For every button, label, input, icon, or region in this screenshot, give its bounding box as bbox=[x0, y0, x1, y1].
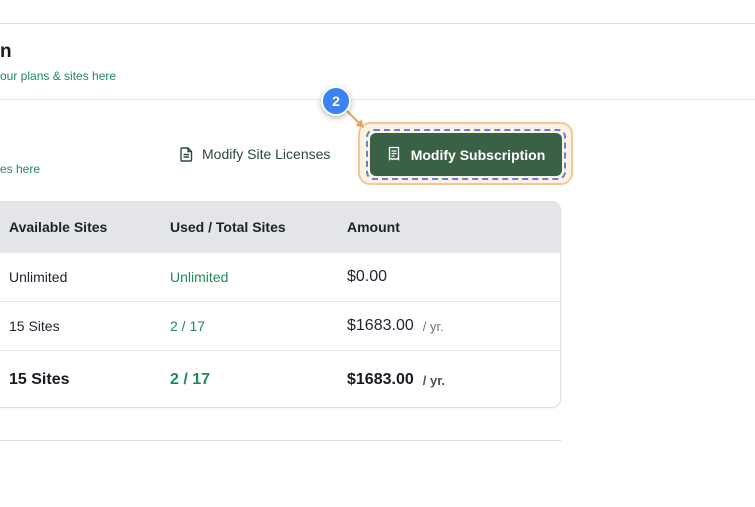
footer-divider bbox=[0, 440, 561, 441]
header-divider bbox=[0, 99, 755, 100]
step-badge: 2 bbox=[321, 86, 351, 116]
total-amount-cell: $1683.00 / yr. bbox=[347, 351, 446, 407]
column-header-available: Available Sites bbox=[9, 219, 108, 235]
document-icon bbox=[180, 146, 193, 162]
billing-page: n our plans & sites here es here Modify … bbox=[0, 0, 755, 507]
receipt-icon bbox=[387, 146, 401, 164]
used-total-cell: Unlimited bbox=[170, 269, 229, 285]
amount-value: $1683.00 bbox=[347, 317, 414, 334]
modify-subscription-button[interactable]: Modify Subscription bbox=[366, 129, 566, 180]
modify-subscription-label: Modify Subscription bbox=[410, 146, 546, 163]
total-used-total: 2 / 17 bbox=[170, 371, 211, 388]
modify-site-licenses-button[interactable]: Modify Site Licenses bbox=[180, 146, 330, 162]
table-header-row: Available Sites Used / Total Sites Amoun… bbox=[0, 202, 560, 252]
table-total-row: 15 Sites 2 / 17 $1683.00 / yr. bbox=[0, 350, 560, 407]
available-sites-cell: Unlimited bbox=[9, 269, 68, 285]
table-row: 15 Sites 2 / 17 $1683.00 / yr. bbox=[0, 301, 560, 350]
total-amount-value: $1683.00 bbox=[347, 371, 414, 388]
table-row: Unlimited Unlimited $0.00 bbox=[0, 252, 560, 301]
sites-table: Available Sites Used / Total Sites Amoun… bbox=[0, 201, 561, 408]
column-header-amount: Amount bbox=[347, 219, 400, 235]
amount-cell: $1683.00 / yr. bbox=[347, 302, 444, 350]
used-total-cell: 2 / 17 bbox=[170, 318, 206, 334]
available-sites-cell: 15 Sites bbox=[9, 318, 60, 334]
top-divider bbox=[0, 23, 755, 24]
modify-site-licenses-label: Modify Site Licenses bbox=[202, 146, 331, 162]
billing-period: / yr. bbox=[422, 318, 444, 334]
section-subtitle: es here bbox=[0, 162, 41, 176]
amount-cell: $0.00 bbox=[347, 253, 387, 301]
page-title: n bbox=[0, 41, 12, 62]
total-available-sites: 15 Sites bbox=[9, 371, 70, 388]
total-billing-period: / yr. bbox=[422, 372, 446, 388]
page-subtitle: our plans & sites here bbox=[0, 69, 117, 83]
amount-value: $0.00 bbox=[347, 268, 388, 285]
column-header-used-total: Used / Total Sites bbox=[170, 219, 286, 235]
